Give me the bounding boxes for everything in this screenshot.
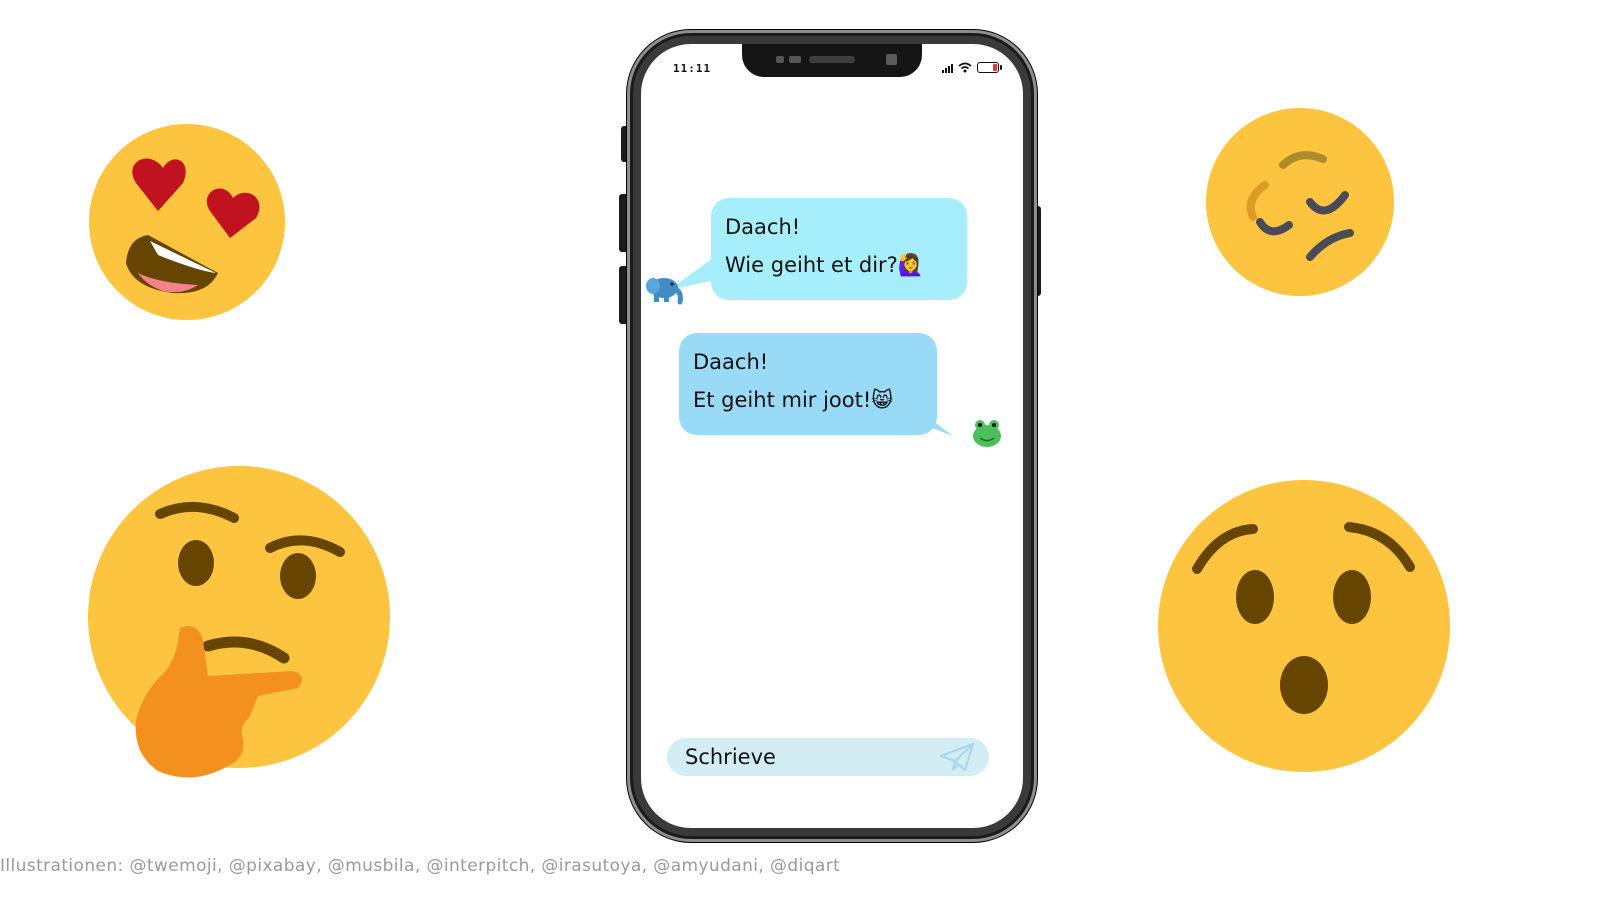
wifi-icon	[958, 62, 972, 73]
heart-eyes-emoji-icon	[89, 124, 285, 320]
illustration-credits: Illustrationen: @twemoji, @pixabay, @mus…	[0, 856, 841, 876]
message-input[interactable]: Schrieve	[667, 738, 989, 776]
send-icon[interactable]	[939, 742, 975, 772]
message-line: Et geiht mir joot!😸	[693, 388, 894, 412]
sensor-icon	[776, 56, 784, 63]
front-camera-icon	[886, 54, 897, 65]
status-time: 11:11	[673, 62, 712, 75]
sensor-icon	[789, 56, 801, 63]
message-line: Daach!	[693, 350, 769, 374]
status-icons	[942, 62, 1002, 73]
earpiece-speaker	[809, 56, 855, 63]
incoming-message-bubble[interactable]: Daach! Wie geiht et dir?🙋‍♀️	[711, 198, 967, 300]
notch	[742, 44, 922, 77]
outgoing-message-bubble[interactable]: Daach! Et geiht mir joot!😸	[679, 333, 937, 435]
raising-hand-emoji: 🙋‍♀️	[897, 253, 924, 277]
message-input-placeholder: Schrieve	[685, 745, 776, 769]
message-line: Daach!	[725, 215, 801, 239]
frog-icon	[973, 420, 1001, 447]
grinning-cat-emoji: 😸	[871, 388, 894, 412]
smartphone: 11:11 Daach! Wie geiht et dir?🙋‍♀️	[619, 30, 1041, 842]
elephant-icon	[646, 278, 683, 305]
surprised-emoji-icon	[1158, 480, 1450, 772]
battery-icon	[977, 62, 1002, 73]
pensive-emoji-icon	[1206, 108, 1394, 296]
thinking-emoji-icon	[88, 466, 390, 778]
message-line: Wie geiht et dir?🙋‍♀️	[725, 253, 924, 277]
phone-screen: 11:11 Daach! Wie geiht et dir?🙋‍♀️	[641, 44, 1023, 828]
signal-icon	[942, 63, 953, 73]
